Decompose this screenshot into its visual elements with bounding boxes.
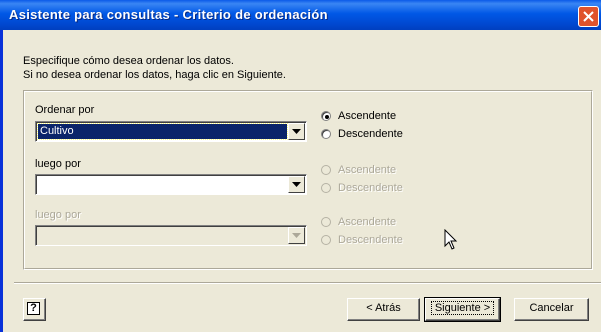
chevron-down-icon — [292, 182, 301, 187]
window-frame — [0, 30, 3, 332]
sort-by-field-dropdown[interactable]: Cultivo — [35, 121, 307, 142]
then-by-field-value-1 — [38, 177, 287, 192]
chevron-down-icon — [292, 233, 301, 238]
instruction-line-2: Si no desea ordenar los datos, haga clic… — [23, 69, 286, 81]
mouse-pointer-icon — [444, 229, 458, 250]
next-button[interactable]: Siguiente > — [424, 297, 501, 322]
then-by-label-2: luego por — [35, 209, 81, 221]
radio-icon — [321, 111, 331, 121]
then-by-field-dropdown-2[interactable] — [35, 225, 307, 246]
next-button-label: Siguiente > — [430, 301, 495, 315]
radio-selected-dot — [325, 115, 329, 119]
title-bar[interactable]: Asistente para consultas - Criterio de o… — [0, 0, 601, 30]
cancel-button[interactable]: Cancelar — [514, 298, 589, 321]
help-icon: ? — [27, 302, 40, 315]
sort-by-label: Ordenar por — [35, 104, 95, 116]
sort-by-field-value: Cultivo — [37, 123, 288, 140]
radio-icon — [321, 235, 331, 245]
radio-label: Descendente — [338, 182, 403, 194]
footer-divider — [14, 282, 601, 284]
radio-icon — [321, 165, 331, 175]
radio-icon — [321, 217, 331, 227]
window-title: Asistente para consultas - Criterio de o… — [9, 7, 328, 22]
radio-label: Descendente — [338, 234, 403, 246]
close-icon — [583, 11, 594, 22]
radio-label: Ascendente — [338, 216, 397, 228]
help-button[interactable]: ? — [23, 298, 46, 321]
dropdown-button[interactable] — [288, 176, 305, 193]
radio-label: Descendente — [338, 128, 403, 140]
instruction-line-1: Especifique cómo desea ordenar los datos… — [23, 55, 234, 67]
dropdown-button[interactable] — [288, 227, 305, 244]
back-button[interactable]: < Atrás — [347, 298, 420, 321]
then-by-field-dropdown-1[interactable] — [35, 174, 307, 195]
dropdown-button[interactable] — [288, 123, 305, 140]
radio-icon — [321, 129, 331, 139]
radio-label: Ascendente — [338, 110, 397, 122]
chevron-down-icon — [292, 129, 301, 134]
close-button[interactable] — [578, 6, 599, 27]
then-by-field-value-2 — [38, 228, 287, 243]
radio-icon — [321, 183, 331, 193]
radio-label: Ascendente — [338, 164, 397, 176]
then-by-label-1: luego por — [35, 158, 81, 170]
